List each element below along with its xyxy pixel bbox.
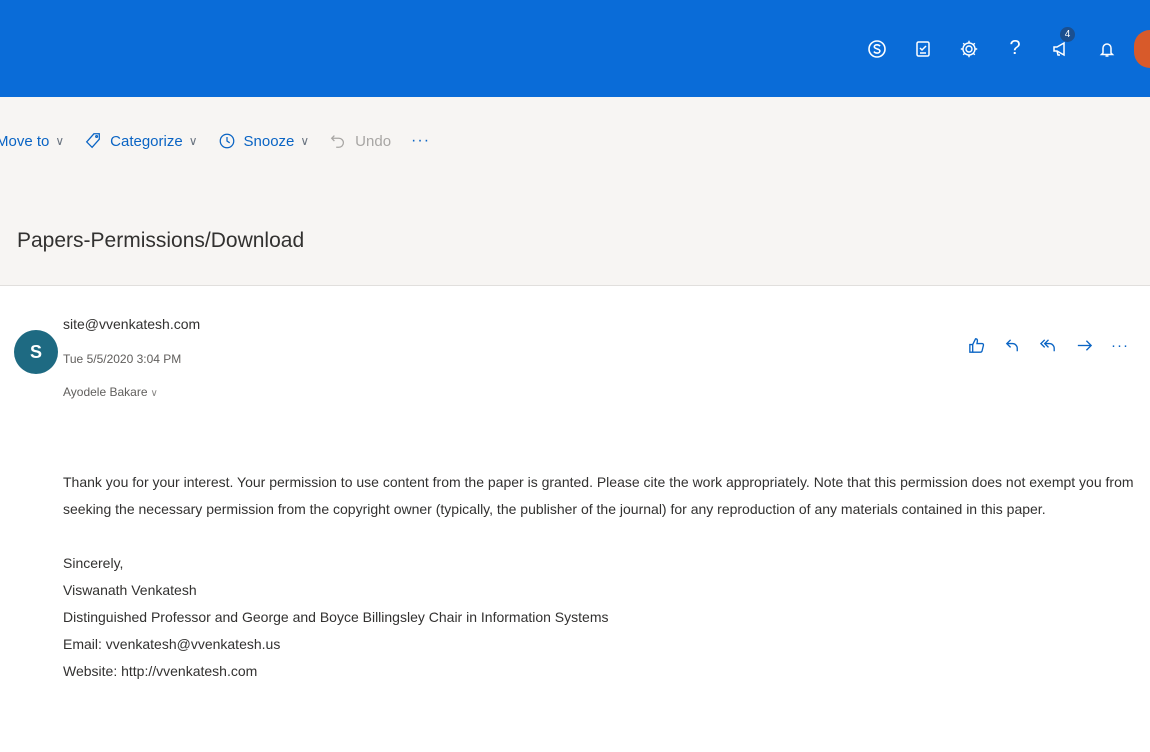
forward-button[interactable] bbox=[1068, 333, 1100, 357]
more-actions-label: ··· bbox=[1111, 336, 1129, 354]
undo-icon bbox=[330, 135, 345, 148]
clock-icon bbox=[219, 133, 234, 149]
chevron-down-icon: ∨ bbox=[150, 388, 158, 399]
thumbs-up-icon bbox=[968, 337, 984, 353]
undo-button[interactable]: Undo bbox=[329, 132, 391, 150]
notifications-button[interactable] bbox=[1084, 0, 1130, 97]
tag-icon bbox=[85, 133, 101, 149]
message-more-button[interactable]: ··· bbox=[1104, 333, 1136, 357]
tasks-button[interactable] bbox=[900, 0, 946, 97]
more-actions-button[interactable]: ··· bbox=[411, 132, 430, 150]
reply-all-icon bbox=[1039, 338, 1055, 351]
snooze-label: Snooze bbox=[243, 132, 295, 150]
body-paragraph: Thank you for your interest. Your permis… bbox=[63, 474, 1134, 517]
move-to-button[interactable]: Move to ∨ bbox=[0, 133, 64, 150]
chevron-down-icon: ∨ bbox=[300, 134, 310, 148]
settings-gear-icon bbox=[960, 40, 978, 57]
recipient-name: Ayodele Bakare bbox=[63, 385, 148, 399]
categorize-label: Categorize bbox=[110, 132, 183, 150]
subject-bar: Papers-Permissions/Download bbox=[0, 185, 1150, 286]
message-subject: Papers-Permissions/Download bbox=[17, 229, 305, 252]
move-to-label: Move to bbox=[0, 132, 50, 150]
notification-badge: 4 bbox=[1060, 27, 1075, 42]
signature-website[interactable]: Website: http://vvenkatesh.com bbox=[63, 658, 1143, 685]
signature-name: Viswanath Venkatesh bbox=[63, 582, 197, 598]
command-bar: Move to ∨ Categorize ∨ Snooze ∨ Undo ··· bbox=[0, 97, 1150, 185]
top-bar: ? 4 bbox=[0, 0, 1150, 97]
forward-arrow-icon bbox=[1077, 339, 1092, 351]
message-date: Tue 5/5/2020 3:04 PM bbox=[63, 352, 182, 366]
whats-new-button[interactable]: 4 bbox=[1038, 0, 1084, 97]
skype-icon bbox=[868, 39, 886, 58]
settings-button[interactable] bbox=[946, 0, 992, 97]
reply-button[interactable] bbox=[996, 333, 1028, 357]
tasks-icon bbox=[916, 40, 930, 57]
outlook-app: ? 4 Move to ∨ Categorize ∨ Snooze ∨ Undo… bbox=[0, 0, 1150, 752]
reply-icon bbox=[1005, 338, 1018, 351]
signature-email[interactable]: Email: vvenkatesh@vvenkatesh.us bbox=[63, 631, 1143, 658]
sender-address[interactable]: site@vvenkatesh.com bbox=[63, 316, 200, 332]
categorize-button[interactable]: Categorize ∨ bbox=[84, 132, 198, 150]
reply-all-button[interactable] bbox=[1032, 333, 1064, 357]
user-avatar[interactable] bbox=[1134, 29, 1150, 68]
help-icon: ? bbox=[1009, 37, 1021, 59]
skype-button[interactable] bbox=[854, 0, 900, 97]
bell-icon bbox=[1099, 42, 1115, 57]
top-bar-icons: ? 4 bbox=[854, 0, 1150, 97]
help-button[interactable]: ? bbox=[992, 0, 1038, 97]
signature-closing: Sincerely, bbox=[63, 555, 124, 571]
signature-title: Distinguished Professor and George and B… bbox=[63, 609, 609, 625]
chevron-down-icon: ∨ bbox=[188, 134, 198, 148]
undo-label: Undo bbox=[355, 132, 392, 150]
chevron-down-icon: ∨ bbox=[55, 134, 65, 148]
like-button[interactable] bbox=[960, 333, 992, 357]
sender-avatar[interactable]: S bbox=[14, 330, 58, 374]
recipient[interactable]: Ayodele Bakare ∨ bbox=[63, 385, 158, 399]
message-body: Thank you for your interest. Your permis… bbox=[63, 469, 1143, 685]
snooze-button[interactable]: Snooze ∨ bbox=[218, 132, 310, 150]
message-actions: ··· bbox=[956, 333, 1136, 357]
